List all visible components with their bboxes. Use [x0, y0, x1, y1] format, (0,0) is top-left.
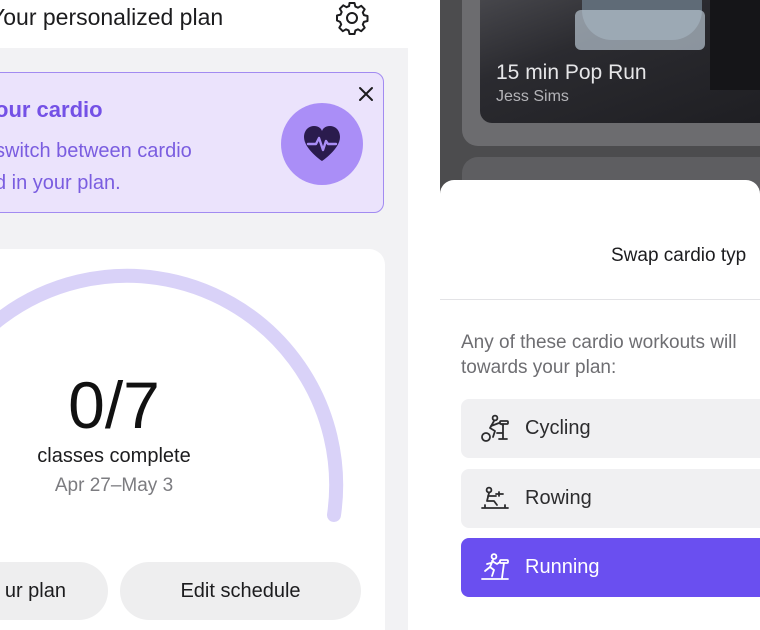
- heart-rate-icon: [304, 126, 340, 161]
- swap-screen: 15 min Pop Run Jess Sims Swap cardio typ…: [440, 0, 760, 630]
- option-label: Running: [525, 556, 600, 578]
- cycling-icon: [481, 414, 509, 442]
- option-cycling[interactable]: Cycling: [461, 399, 760, 458]
- heart-rate-badge: [281, 103, 363, 185]
- option-running[interactable]: Running: [461, 538, 760, 597]
- week-dates: Apr 27–May 3: [54, 475, 174, 496]
- class-thumbnail-shadow: [710, 0, 760, 90]
- rowing-icon: [481, 486, 509, 509]
- option-rowing[interactable]: Rowing: [461, 469, 760, 528]
- option-label: Rowing: [525, 487, 592, 509]
- divider: [440, 299, 760, 300]
- your-plan-button[interactable]: ur plan: [0, 562, 108, 620]
- option-label: Cycling: [525, 417, 591, 439]
- progress-label: classes complete: [37, 445, 191, 467]
- running-icon: [481, 553, 509, 580]
- class-thumbnail-detail: [575, 10, 705, 50]
- progress-ring: [0, 268, 344, 522]
- page-title: Your personalized plan: [0, 4, 224, 30]
- sheet-description: Any of these cardio workouts will toward…: [461, 332, 737, 378]
- edit-schedule-button[interactable]: Edit schedule: [120, 562, 361, 620]
- class-title: 15 min Pop Run: [496, 61, 647, 84]
- plan-screen: Your personalized plan our cardio switch…: [0, 0, 408, 630]
- progress-card: 0/7 classes complete Apr 27–May 3 ur pla…: [0, 249, 385, 630]
- banner-body: switch between cardio d in your plan.: [0, 140, 192, 194]
- swap-cardio-sheet: Swap cardio typ Any of these cardio work…: [440, 180, 760, 630]
- header: Your personalized plan: [0, 0, 408, 48]
- sheet-title: Swap cardio typ: [611, 245, 747, 266]
- banner-title: our cardio: [0, 97, 103, 122]
- close-icon[interactable]: [355, 83, 377, 105]
- cardio-banner: our cardio switch between cardio d in yo…: [0, 72, 384, 213]
- screen-divider: [408, 0, 440, 630]
- gear-icon[interactable]: [334, 0, 370, 36]
- class-instructor: Jess Sims: [496, 88, 569, 105]
